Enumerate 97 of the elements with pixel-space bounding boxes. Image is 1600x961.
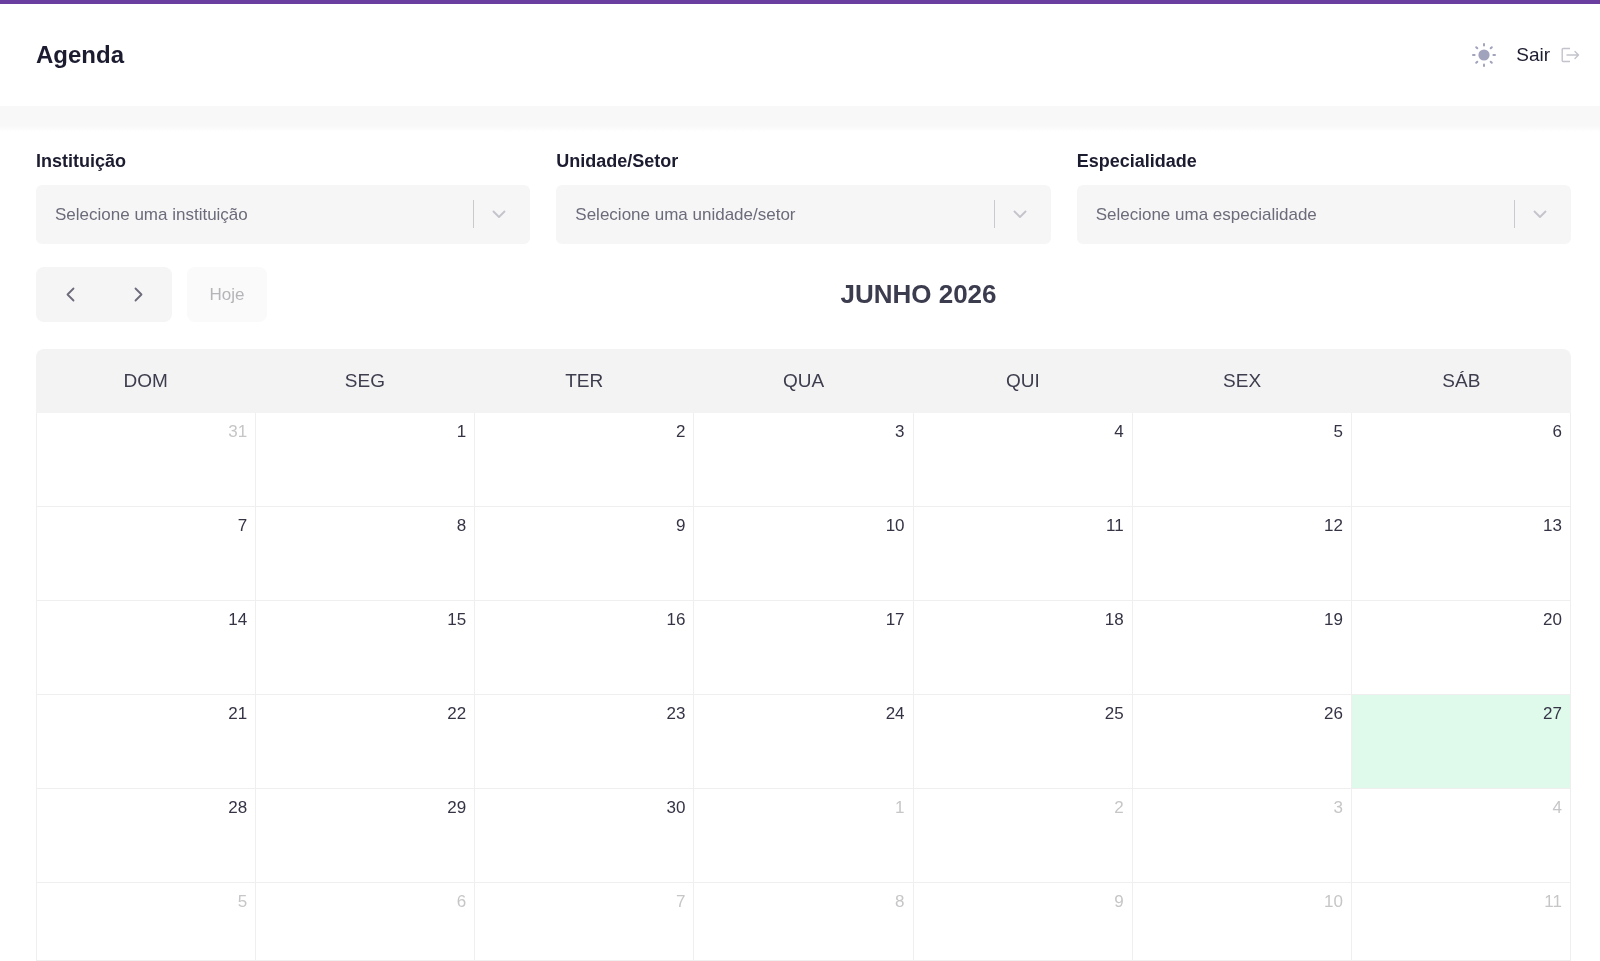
day-number: 11: [1106, 516, 1124, 536]
day-cell[interactable]: 19: [1132, 601, 1352, 695]
day-number: 31: [228, 422, 248, 442]
day-cell[interactable]: 16: [475, 601, 695, 695]
day-number: 8: [895, 892, 905, 912]
day-cell[interactable]: 3: [694, 413, 914, 507]
sun-icon[interactable]: [1472, 43, 1497, 67]
day-number: 5: [1333, 422, 1343, 442]
chevron-down-icon: [1012, 210, 1027, 219]
logout-icon: [1561, 47, 1580, 63]
day-number: 7: [675, 892, 686, 912]
chevron-down-icon: [1533, 210, 1547, 219]
day-number: 10: [1323, 892, 1343, 912]
select-field[interactable]: Selecione uma instituição: [36, 185, 531, 244]
day-number: 29: [447, 798, 467, 818]
page-title: Agenda: [36, 40, 124, 70]
select-field[interactable]: Selecione uma especialidade: [1076, 185, 1571, 244]
day-number: 4: [1552, 798, 1562, 818]
day-number: 1: [895, 798, 905, 818]
day-number: 25: [1104, 704, 1124, 724]
day-cell[interactable]: 13: [1351, 507, 1571, 601]
day-number: 20: [1543, 610, 1562, 630]
day-number: 24: [885, 704, 905, 724]
day-cell[interactable]: 22: [256, 695, 476, 789]
day-number: 2: [675, 422, 686, 442]
day-cell[interactable]: 2: [475, 413, 695, 507]
day-number: 1: [456, 422, 467, 442]
day-number: 22: [447, 704, 467, 724]
day-number: 2: [1114, 798, 1124, 818]
day-number: 6: [1552, 422, 1562, 442]
field-label: Unidade/Setor: [556, 150, 680, 172]
weekday-label: SEX: [1223, 368, 1262, 393]
day-cell[interactable]: 6: [1351, 413, 1571, 507]
chevron-right-icon: [133, 287, 143, 302]
day-number: 23: [666, 704, 686, 724]
weekday-label: QUI: [1005, 368, 1040, 393]
day-cell[interactable]: 18: [913, 601, 1133, 695]
day-cell[interactable]: 27: [1351, 695, 1571, 789]
day-cell[interactable]: 26: [1132, 695, 1352, 789]
day-number: 6: [456, 892, 467, 912]
weekday-label: SÁB: [1442, 368, 1481, 393]
day-cell[interactable]: 12: [1132, 507, 1352, 601]
previous-button[interactable]: [36, 267, 104, 322]
day-cell[interactable]: 5: [1132, 413, 1352, 507]
day-cell[interactable]: 7: [37, 507, 257, 601]
day-number: 5: [237, 892, 248, 912]
day-cell[interactable]: 21: [37, 695, 257, 789]
day-number: 27: [1543, 704, 1562, 724]
day-number: 28: [228, 798, 248, 818]
day-number: 30: [666, 798, 686, 818]
day-number: 19: [1323, 610, 1343, 630]
day-number: 21: [228, 704, 248, 724]
day-number: 3: [895, 422, 905, 442]
day-number: 16: [666, 610, 686, 630]
day-cell[interactable]: 1: [256, 413, 476, 507]
day-cell[interactable]: 17: [694, 601, 914, 695]
day-number: 10: [885, 516, 905, 536]
day-cell[interactable]: 25: [913, 695, 1133, 789]
logout-link[interactable]: Sair: [1516, 43, 1580, 67]
day-number: 17: [885, 610, 905, 630]
day-cell[interactable]: 29: [256, 789, 476, 883]
day-cell[interactable]: 10: [694, 507, 914, 601]
day-cell[interactable]: 28: [37, 789, 257, 883]
weekday-label: SEG: [344, 368, 385, 393]
day-number: 12: [1323, 516, 1343, 536]
day-number: 7: [237, 516, 248, 536]
day-number: 13: [1543, 516, 1562, 536]
day-cell[interactable]: 9: [475, 507, 695, 601]
day-cell[interactable]: 24: [694, 695, 914, 789]
day-number: 8: [456, 516, 467, 536]
day-cell[interactable]: 20: [1351, 601, 1571, 695]
day-cell[interactable]: 23: [475, 695, 695, 789]
select-field[interactable]: Selecione uma unidade/setor: [556, 185, 1051, 244]
day-cell[interactable]: 14: [37, 601, 257, 695]
chevron-down-icon: [492, 210, 507, 219]
day-number: 9: [675, 516, 686, 536]
day-number: 14: [228, 610, 248, 630]
day-cell[interactable]: 4: [913, 413, 1133, 507]
month-title: JUNHO 2026: [840, 278, 997, 311]
weekday-label: DOM: [123, 368, 168, 393]
day-cell[interactable]: 30: [475, 789, 695, 883]
field-label: Instituição: [36, 150, 127, 172]
day-cell[interactable]: 8: [256, 507, 476, 601]
day-number: 4: [1114, 422, 1124, 442]
weekday-label: TER: [565, 368, 604, 393]
day-number: 15: [447, 610, 467, 630]
weekday-label: QUA: [782, 368, 825, 393]
day-number: 26: [1323, 704, 1343, 724]
field-label: Especialidade: [1076, 150, 1198, 172]
day-cell[interactable]: 11: [913, 507, 1133, 601]
next-button[interactable]: [104, 267, 172, 322]
chevron-left-icon: [65, 287, 75, 302]
day-number: 3: [1333, 798, 1343, 818]
day-number: 11: [1544, 892, 1562, 912]
day-number: 9: [1114, 892, 1124, 912]
day-cell[interactable]: 15: [256, 601, 476, 695]
day-number: 18: [1104, 610, 1124, 630]
